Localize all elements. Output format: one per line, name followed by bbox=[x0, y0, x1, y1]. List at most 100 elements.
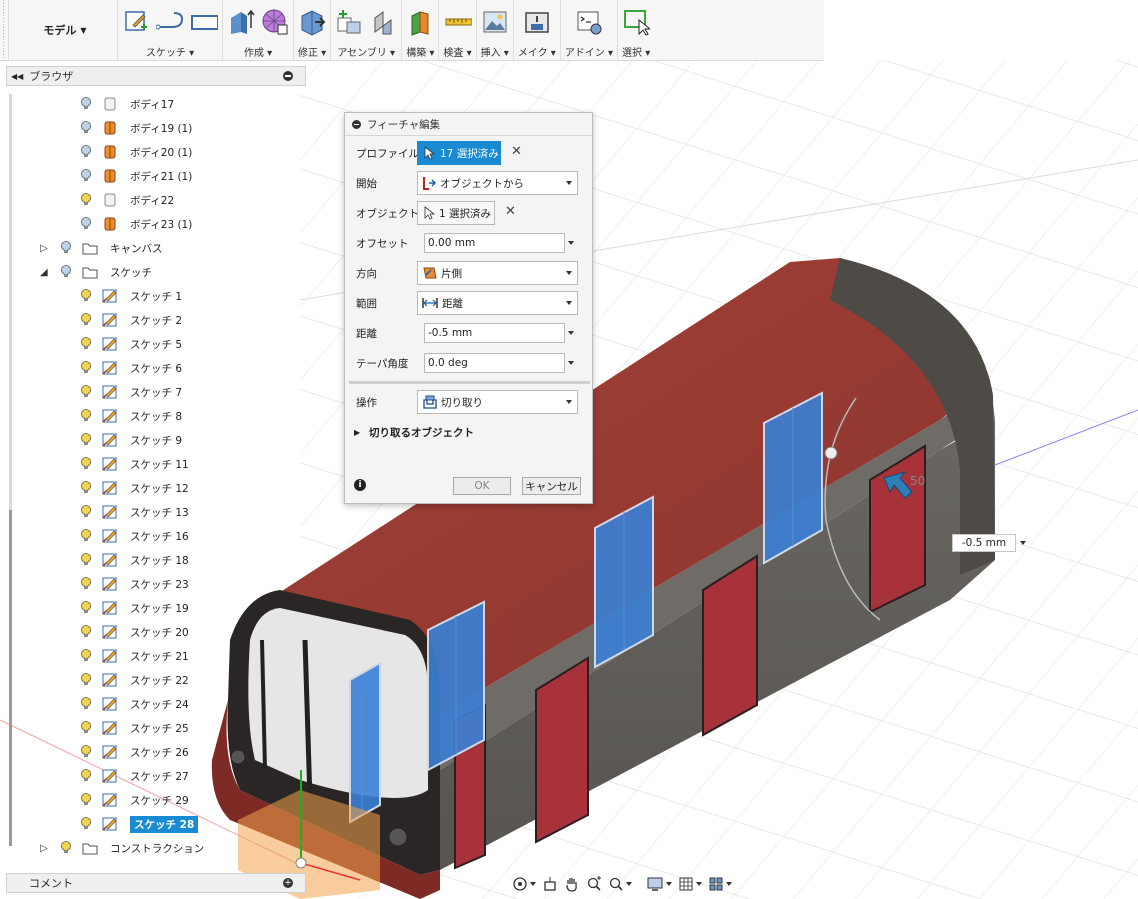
rectangle-icon[interactable] bbox=[190, 8, 218, 36]
toolbar-group-insert[interactable]: 挿入 ▾ bbox=[477, 0, 514, 60]
scripts-icon[interactable] bbox=[575, 8, 603, 36]
browser-item[interactable]: スケッチ 21 bbox=[80, 646, 189, 666]
info-icon[interactable]: i bbox=[354, 479, 366, 491]
dialog-header[interactable]: フィーチャ編集 bbox=[345, 113, 592, 136]
new-component-icon[interactable] bbox=[335, 8, 363, 36]
browser-folder[interactable]: ▷ コンストラクション bbox=[40, 838, 204, 858]
ok-button[interactable]: OK bbox=[453, 477, 511, 495]
visibility-bulb-icon[interactable] bbox=[80, 169, 92, 183]
visibility-bulb-icon[interactable] bbox=[80, 385, 92, 399]
visibility-bulb-icon[interactable] bbox=[80, 505, 92, 519]
visibility-bulb-icon[interactable] bbox=[80, 145, 92, 159]
toolbar-grip[interactable] bbox=[0, 0, 9, 60]
measure-icon[interactable] bbox=[444, 8, 472, 36]
toolbar-group-assembly[interactable]: アセンブリ ▾ bbox=[331, 0, 403, 60]
cancel-button[interactable]: キャンセル bbox=[522, 477, 581, 495]
orbit-control[interactable] bbox=[512, 876, 536, 892]
browser-item[interactable]: スケッチ 5 bbox=[80, 334, 182, 354]
visibility-bulb-icon[interactable] bbox=[80, 193, 92, 207]
visibility-bulb-icon[interactable] bbox=[80, 313, 92, 327]
display-settings-control[interactable] bbox=[646, 876, 672, 892]
browser-item[interactable]: ボディ20 (1) bbox=[80, 142, 192, 162]
browser-item[interactable]: スケッチ 26 bbox=[80, 742, 189, 762]
visibility-bulb-icon[interactable] bbox=[60, 241, 72, 255]
visibility-bulb-icon[interactable] bbox=[80, 457, 92, 471]
visibility-bulb-icon[interactable] bbox=[80, 601, 92, 615]
expand-triangle-icon[interactable]: ▷ bbox=[40, 843, 52, 854]
browser-item[interactable]: スケッチ 2 bbox=[80, 310, 182, 330]
visibility-bulb-icon[interactable] bbox=[80, 553, 92, 567]
visibility-bulb-icon[interactable] bbox=[80, 433, 92, 447]
3d-print-icon[interactable] bbox=[523, 8, 551, 36]
visibility-bulb-icon[interactable] bbox=[80, 745, 92, 759]
browser-item[interactable]: スケッチ 25 bbox=[80, 718, 189, 738]
browser-panel-header[interactable]: ◀◀ ブラウザ bbox=[6, 66, 306, 86]
sketch-create-icon[interactable] bbox=[122, 8, 150, 36]
chevron-down-icon[interactable] bbox=[568, 361, 574, 365]
visibility-bulb-icon[interactable] bbox=[60, 265, 72, 279]
offset-input[interactable]: 0.00 mm bbox=[424, 233, 565, 253]
visibility-bulb-icon[interactable] bbox=[80, 409, 92, 423]
visibility-bulb-icon[interactable] bbox=[80, 649, 92, 663]
workspace-switcher[interactable]: モデル ▼ bbox=[13, 0, 118, 60]
visibility-bulb-icon[interactable] bbox=[80, 121, 92, 135]
browser-item[interactable]: ボディ19 (1) bbox=[80, 118, 192, 138]
profile-select-button[interactable]: 17 選択済み bbox=[417, 141, 501, 165]
visibility-bulb-icon[interactable] bbox=[80, 337, 92, 351]
browser-item[interactable]: ボディ23 (1) bbox=[80, 214, 192, 234]
browser-item[interactable]: ボディ22 bbox=[80, 190, 174, 210]
distance-dimension-input[interactable]: -0.5 mm bbox=[952, 534, 1016, 552]
visibility-bulb-icon[interactable] bbox=[80, 673, 92, 687]
press-pull-icon[interactable] bbox=[298, 8, 326, 36]
visibility-bulb-icon[interactable] bbox=[80, 529, 92, 543]
objects-to-cut-section[interactable]: ▶ 切り取るオブジェクト bbox=[345, 419, 594, 445]
arc-icon[interactable] bbox=[156, 8, 184, 36]
browser-item[interactable]: スケッチ 6 bbox=[80, 358, 182, 378]
direction-dropdown[interactable]: 片側 bbox=[417, 261, 578, 285]
visibility-bulb-icon[interactable] bbox=[80, 577, 92, 591]
select-icon[interactable] bbox=[622, 8, 651, 36]
browser-item[interactable]: スケッチ 9 bbox=[80, 430, 182, 450]
browser-folder[interactable]: ▷ キャンバス bbox=[40, 238, 163, 258]
visibility-bulb-icon[interactable] bbox=[80, 793, 92, 807]
browser-item[interactable]: スケッチ 24 bbox=[80, 694, 189, 714]
browser-item[interactable]: スケッチ 12 bbox=[80, 478, 189, 498]
collapse-panel-icon[interactable]: ◀◀ bbox=[11, 72, 23, 81]
visibility-bulb-icon[interactable] bbox=[80, 697, 92, 711]
visibility-bulb-icon[interactable] bbox=[80, 769, 92, 783]
grid-settings-control[interactable] bbox=[678, 876, 702, 892]
add-comment-icon[interactable]: + bbox=[283, 878, 293, 888]
expand-triangle-icon[interactable]: ▶ bbox=[354, 428, 360, 437]
clear-object-icon[interactable]: ✕ bbox=[505, 204, 516, 219]
extent-dropdown[interactable]: 距離 bbox=[417, 291, 578, 315]
browser-item[interactable]: スケッチ 27 bbox=[80, 766, 189, 786]
browser-item[interactable]: スケッチ 22 bbox=[80, 670, 189, 690]
insert-image-icon[interactable] bbox=[481, 8, 509, 36]
clear-profile-icon[interactable]: ✕ bbox=[511, 144, 522, 159]
toolbar-group-modify[interactable]: 修正 ▾ bbox=[294, 0, 332, 60]
taper-input[interactable]: 0.0 deg bbox=[424, 353, 565, 373]
browser-folder[interactable]: ◢ スケッチ bbox=[40, 262, 152, 282]
pan-button[interactable] bbox=[564, 876, 580, 892]
browser-item[interactable]: スケッチ 28 bbox=[80, 814, 199, 834]
visibility-bulb-icon[interactable] bbox=[80, 817, 92, 831]
browser-item[interactable]: スケッチ 20 bbox=[80, 622, 189, 642]
form-icon[interactable] bbox=[261, 8, 289, 36]
browser-item[interactable]: スケッチ 7 bbox=[80, 382, 182, 402]
browser-item[interactable]: ボディ21 (1) bbox=[80, 166, 192, 186]
visibility-bulb-icon[interactable] bbox=[80, 625, 92, 639]
viewports-control[interactable] bbox=[708, 876, 732, 892]
extrude-icon[interactable] bbox=[227, 8, 255, 36]
browser-item[interactable]: スケッチ 29 bbox=[80, 790, 189, 810]
toolbar-group-sketch[interactable]: スケッチ ▾ bbox=[118, 0, 223, 60]
browser-item[interactable]: スケッチ 11 bbox=[80, 454, 189, 474]
toolbar-group-addins[interactable]: アドイン ▾ bbox=[561, 0, 619, 60]
visibility-bulb-icon[interactable] bbox=[80, 289, 92, 303]
distance-input[interactable]: -0.5 mm bbox=[424, 323, 565, 343]
visibility-bulb-icon[interactable] bbox=[80, 361, 92, 375]
look-at-button[interactable] bbox=[542, 876, 558, 892]
zoom-button[interactable] bbox=[586, 876, 602, 892]
browser-item[interactable]: スケッチ 16 bbox=[80, 526, 189, 546]
origin-point[interactable] bbox=[295, 857, 307, 869]
comment-panel-header[interactable]: コメント + bbox=[6, 873, 306, 893]
